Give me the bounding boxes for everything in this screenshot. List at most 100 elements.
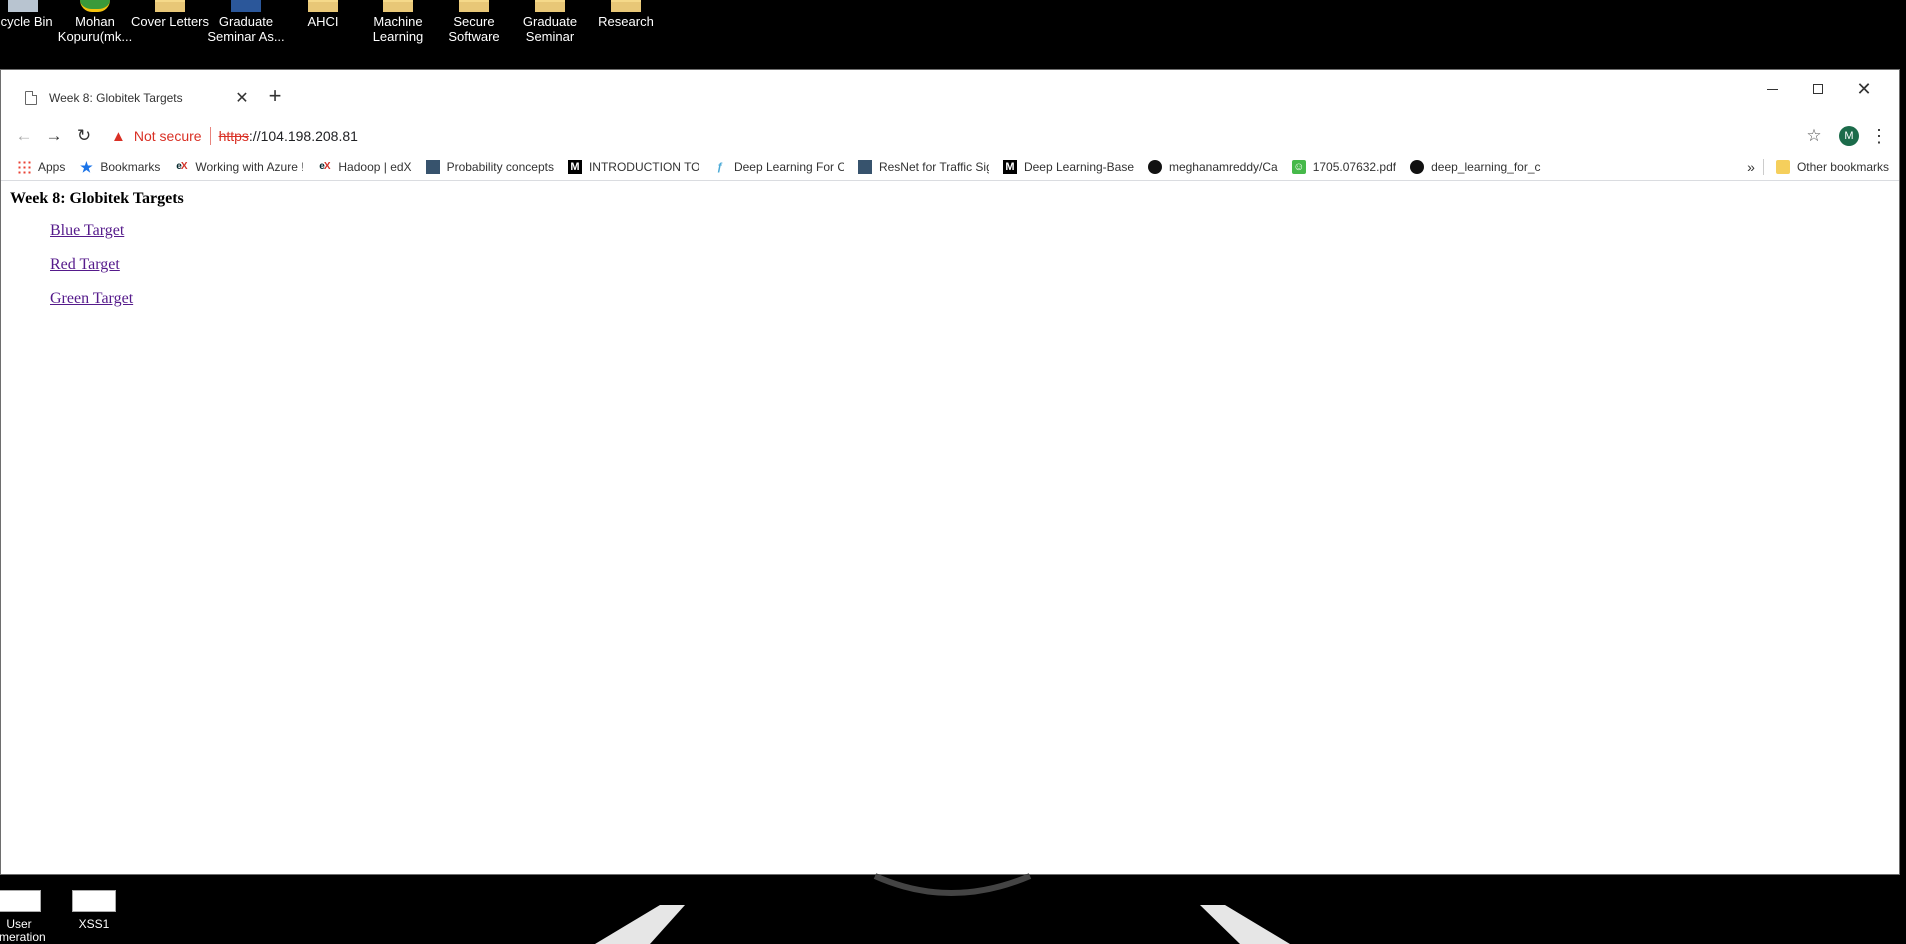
wallpaper-wing-left <box>595 905 685 944</box>
chrome-icon <box>80 0 110 12</box>
minimize-button[interactable] <box>1749 74 1795 104</box>
bookmark-deep-learning-based[interactable]: M Deep Learning-Base <box>1002 159 1134 174</box>
bookmark-other-bookmarks[interactable]: Other bookmarks <box>1775 159 1889 174</box>
menu-icon[interactable]: ⋮ <box>1869 126 1889 147</box>
apps-icon <box>17 159 31 174</box>
edx-icon: eX <box>319 160 330 172</box>
file-thumbnail-icon <box>72 890 116 912</box>
list-item: Red Target <box>50 254 133 288</box>
desktop-icon-secure-software[interactable]: Secure Software <box>434 0 514 44</box>
omnibox-divider <box>209 127 211 145</box>
target-links-list: Blue Target Red Target Green Target <box>50 220 133 322</box>
back-button[interactable]: ← <box>9 121 39 151</box>
desktop-icon-label: Cover Letters <box>130 14 210 29</box>
close-window-button[interactable]: ✕ <box>1841 74 1887 104</box>
tab-week8-globitek-targets[interactable]: Week 8: Globitek Targets ✕ <box>13 80 253 116</box>
folder-icon <box>308 0 338 12</box>
edx-icon: eX <box>176 160 187 172</box>
desktop-icons-row: ecycle Bin Mohan Kopuru(mk... Cover Lett… <box>0 0 900 62</box>
bookmark-label: 1705.07632.pdf <box>1312 159 1397 174</box>
tab-title: Week 8: Globitek Targets <box>49 91 183 105</box>
bookmarks-bar: Apps ★ Bookmarks eX Working with Azure !… <box>1 153 1899 181</box>
bookmark-label: Apps <box>38 159 66 174</box>
desktop-icon-label: Graduate Seminar <box>522 14 578 44</box>
desktop-icon-graduate-seminar-as[interactable]: Graduate Seminar As... <box>206 0 286 44</box>
desktop-icon-label: Graduate Seminar As... <box>207 14 285 44</box>
medium-icon: M <box>567 159 582 174</box>
reload-button[interactable]: ↻ <box>69 121 99 151</box>
bookmark-probability-concepts[interactable]: Probability concepts <box>425 159 554 174</box>
bookmark-bookmarks[interactable]: ★ Bookmarks <box>79 160 160 174</box>
desktop-icon-label: XSS1 <box>78 917 110 931</box>
medium-icon: M <box>1002 159 1017 174</box>
bookmark-label: ResNet for Traffic Sig <box>878 159 989 174</box>
bookmark-deep-learning-for-c[interactable]: ƒ Deep Learning For C <box>713 160 844 174</box>
desktop-icon-label: AHCI <box>307 14 339 29</box>
forward-button[interactable]: → <box>39 121 69 151</box>
desktop-icon-user-enumeration[interactable]: User umeration <box>0 890 54 944</box>
bookmarks-overflow-chevron-icon[interactable]: » <box>1747 159 1755 175</box>
desktop-icon-label: Mohan Kopuru(mk... <box>57 14 133 44</box>
bookmark-label: Other bookmarks <box>1796 159 1889 174</box>
address-bar[interactable]: ▲ Not secure https://104.198.208.81 <box>111 122 1799 150</box>
bookmark-pdf[interactable]: ☺ 1705.07632.pdf <box>1291 159 1397 174</box>
bookmark-label: Bookmarks <box>100 159 161 174</box>
bookmark-working-with-azure[interactable]: eX Working with Azure ! <box>174 160 303 174</box>
folder-icon <box>459 0 489 12</box>
desktop-icon-label: Machine Learning <box>372 14 424 44</box>
bookmark-label: Hadoop | edX <box>338 159 412 174</box>
folder-icon <box>383 0 413 12</box>
desktop-icon-label: ecycle Bin <box>0 14 53 29</box>
desktop-icon-label: Research <box>598 14 654 29</box>
deeplearning-icon: ƒ <box>716 160 724 173</box>
bookmarks-divider <box>1762 158 1764 175</box>
desktop-icon-machine-learning[interactable]: Machine Learning <box>358 0 438 44</box>
github-icon <box>1410 159 1425 174</box>
desktop-bottom-icons: User umeration XSS1 <box>0 890 200 944</box>
browser-window: Week 8: Globitek Targets ✕ + ✕ ← → ↻ ▲ N… <box>0 69 1900 875</box>
bookmark-meghanamreddy[interactable]: meghanamreddy/Ca <box>1147 159 1278 174</box>
green-target-link[interactable]: Green Target <box>50 290 133 307</box>
bookmark-deep-learning-for-c-gh[interactable]: deep_learning_for_c <box>1410 159 1541 174</box>
page-title: Week 8: Globitek Targets <box>10 190 184 207</box>
folder-icon <box>155 0 185 12</box>
bookmark-label: Deep Learning For C <box>733 159 844 174</box>
bookmark-label: Working with Azure ! <box>195 159 304 174</box>
desktop-icon-xss1[interactable]: XSS1 <box>59 890 129 931</box>
wallpaper-arc <box>873 873 1032 896</box>
bookmark-apps[interactable]: Apps <box>17 159 66 174</box>
desktop-icon-mohan-kopuru[interactable]: Mohan Kopuru(mk... <box>55 0 135 44</box>
maximize-button[interactable] <box>1795 74 1841 104</box>
bookmark-star-icon[interactable]: ☆ <box>1799 126 1829 146</box>
desktop-icon-research[interactable]: Research <box>586 0 666 29</box>
bookmark-label: INTRODUCTION TO ( <box>588 159 699 174</box>
red-target-link[interactable]: Red Target <box>50 256 120 273</box>
pdf-icon: ☺ <box>1291 159 1306 174</box>
desktop-icon-recycle-bin[interactable]: ecycle Bin <box>0 0 63 29</box>
minimize-icon <box>1766 88 1778 90</box>
folder-icon <box>1775 159 1790 174</box>
not-secure-label[interactable]: Not secure <box>134 128 202 144</box>
tab-close-icon[interactable]: ✕ <box>231 88 253 108</box>
desktop-icon-cover-letters[interactable]: Cover Letters <box>130 0 210 29</box>
list-item: Green Target <box>50 288 133 322</box>
desktop-icon-label: Secure Software <box>448 14 500 44</box>
profile-avatar[interactable]: M <box>1839 126 1859 146</box>
star-icon: ★ <box>80 159 93 174</box>
bookmark-hadoop-edx[interactable]: eX Hadoop | edX <box>317 160 411 174</box>
desktop-icon-ahci[interactable]: AHCI <box>283 0 363 29</box>
word-doc-icon <box>231 0 261 12</box>
file-thumbnail-icon <box>0 890 41 912</box>
url-host: ://104.198.208.81 <box>248 128 358 144</box>
desktop-icon-graduate-seminar[interactable]: Graduate Seminar <box>510 0 590 44</box>
new-tab-button[interactable]: + <box>263 84 287 108</box>
page-content: Week 8: Globitek Targets Blue Target Red… <box>1 182 1899 874</box>
blue-target-link[interactable]: Blue Target <box>50 222 124 239</box>
tab-strip: Week 8: Globitek Targets ✕ + ✕ <box>1 70 1899 119</box>
folder-icon <box>611 0 641 12</box>
bookmark-resnet-traffic[interactable]: ResNet for Traffic Sig <box>857 159 989 174</box>
warning-icon[interactable]: ▲ <box>111 128 126 145</box>
github-icon <box>1147 159 1162 174</box>
bookmark-introduction-to[interactable]: M INTRODUCTION TO ( <box>567 159 699 174</box>
desktop-icon-label: User umeration <box>0 917 46 944</box>
